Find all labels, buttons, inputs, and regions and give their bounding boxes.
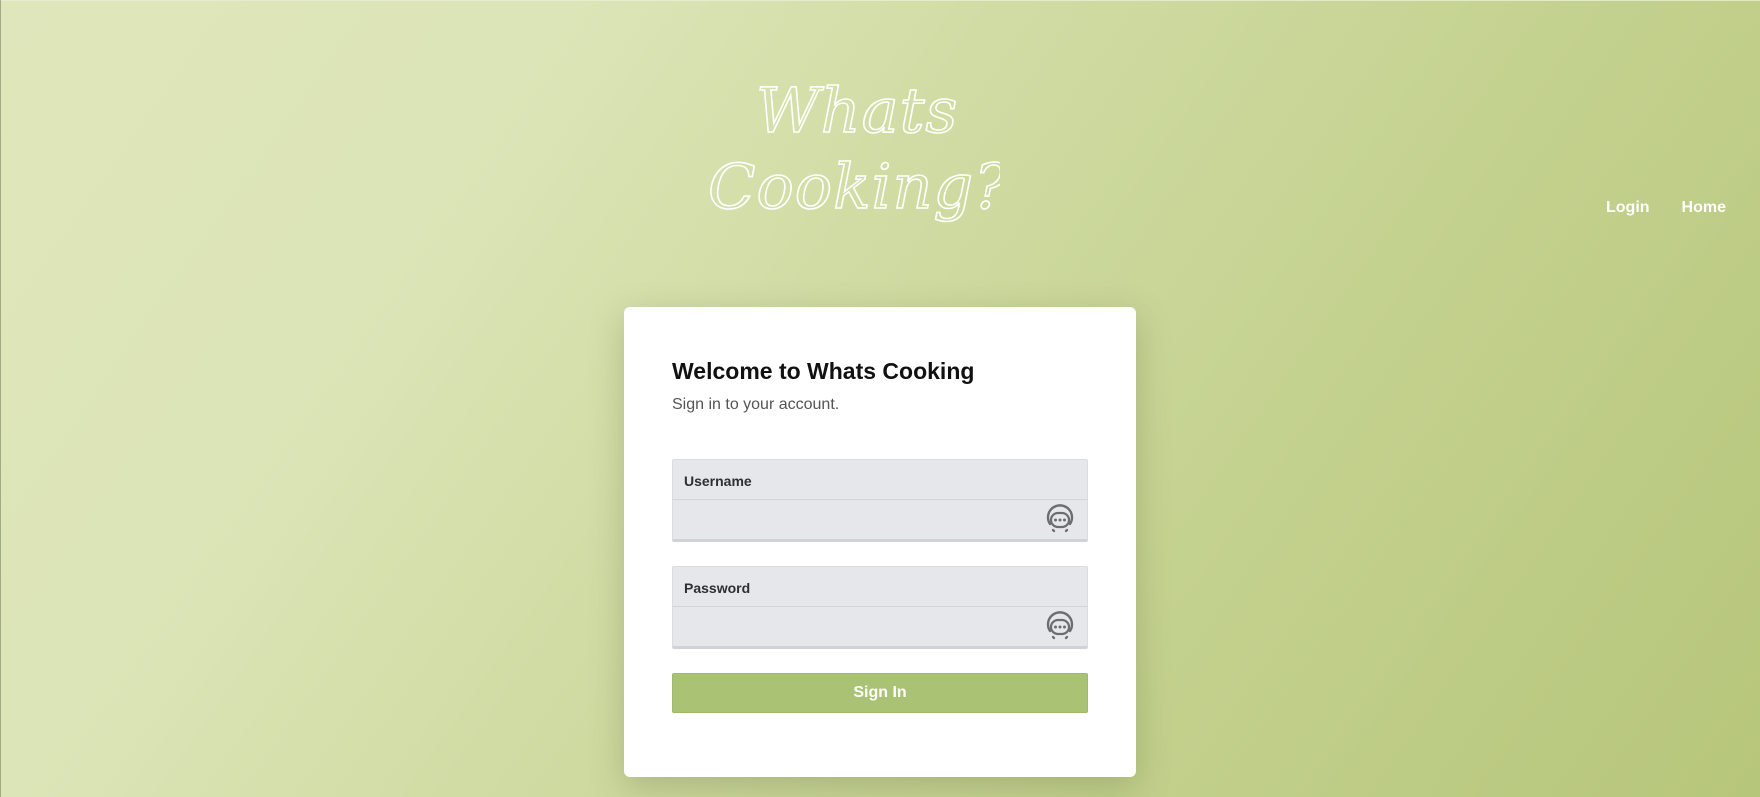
site-logo: Whats Cooking?? — [700, 78, 1000, 248]
password-label: Password — [684, 580, 751, 596]
password-manager-icon[interactable] — [1044, 503, 1076, 535]
password-manager-icon[interactable] — [1044, 610, 1076, 642]
username-input[interactable] — [673, 499, 1087, 538]
nav-login-link[interactable]: Login — [1606, 199, 1650, 217]
logo-line-2: Cooking?? — [708, 150, 1000, 223]
card-subtitle: Sign in to your account. — [672, 396, 840, 413]
username-label: Username — [684, 473, 752, 489]
password-field: Password — [672, 566, 1088, 649]
logo-line-1: Whats — [756, 78, 958, 147]
sign-in-button[interactable]: Sign In — [672, 673, 1088, 713]
top-border — [0, 0, 1760, 1]
top-nav: Login Home — [1606, 199, 1726, 217]
password-input[interactable] — [673, 606, 1087, 645]
left-border — [0, 0, 1, 797]
username-field: Username — [672, 459, 1088, 542]
card-title: Welcome to Whats Cooking — [672, 358, 975, 384]
nav-home-link[interactable]: Home — [1682, 199, 1726, 217]
login-page: Whats Cooking?? Login Home Welcome to Wh… — [0, 0, 1760, 797]
login-card: Welcome to Whats Cooking Sign in to your… — [624, 307, 1136, 777]
